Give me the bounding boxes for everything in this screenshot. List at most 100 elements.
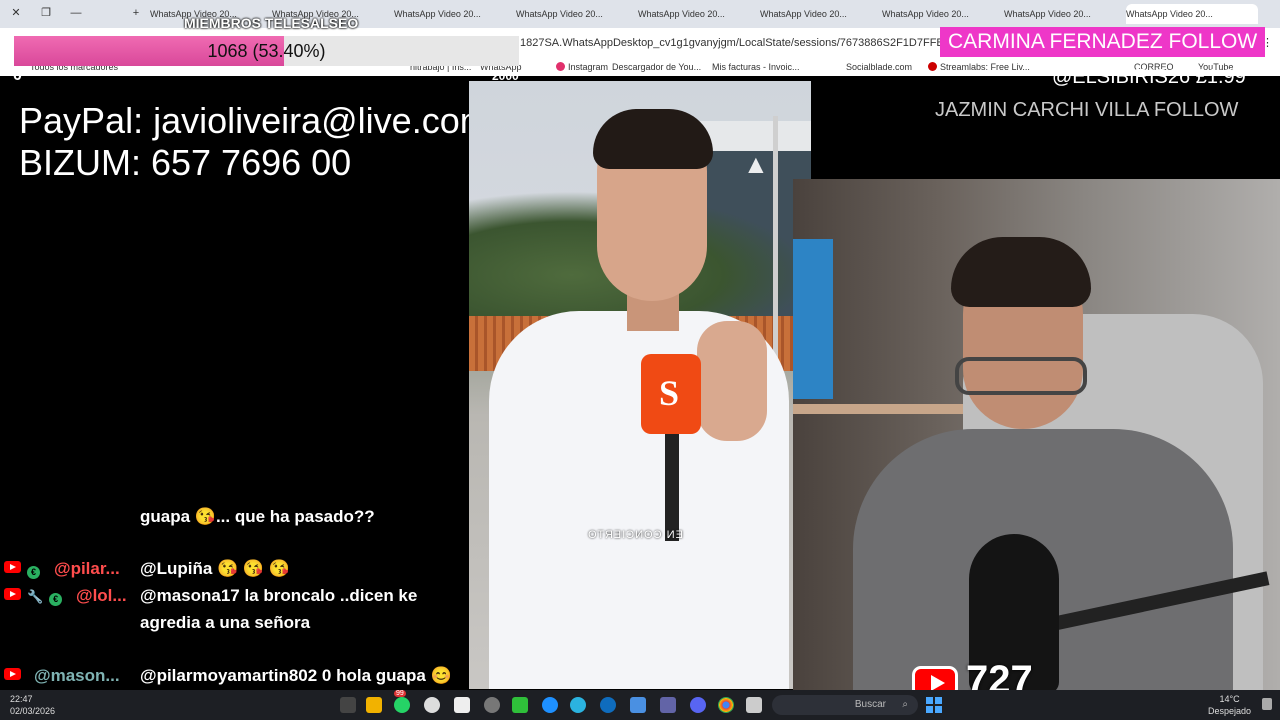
browser-tab[interactable]: WhatsApp Video 20... [882,4,1000,24]
browser-tab[interactable]: WhatsApp Video 20... [760,4,878,24]
streamer-hair [951,237,1091,307]
chat-message-text: @Lupiña 😘 😘 😘 [140,559,290,578]
app-icon[interactable] [484,697,500,713]
chat-username[interactable]: @pilar... [54,555,120,582]
youtube-icon [4,561,21,573]
app-icon[interactable] [746,697,762,713]
whatsapp-icon[interactable]: 99 [394,690,410,713]
search-icon: ⌕ [902,699,908,710]
teams-icon[interactable] [660,697,676,713]
moderator-wrench-icon: 🔧 [27,589,44,604]
chat-message: @mason... @pilarmoyamartin802 0 hola gua… [0,662,469,690]
notification-icon[interactable] [1262,698,1272,710]
clock-time: 22:47 [10,694,33,704]
restore-window-icon[interactable]: ❐ [38,5,54,21]
app-icon[interactable] [340,697,356,713]
mail-icon[interactable] [630,697,646,713]
tab-label: WhatsApp Video 20... [760,9,847,19]
taskbar-search[interactable]: Buscar ⌕ [772,695,918,715]
streamlabs-icon [928,62,937,71]
app-icon[interactable] [454,697,470,713]
donation-info: PayPal: javioliveira@live.com BIZUM: 657… [19,100,490,184]
background-poster [793,239,833,399]
taskbar-clock[interactable]: 22:47 02/03/2026 [10,693,55,717]
bookmark-item[interactable]: Descargador de You... [612,58,701,76]
goal-min-label: 0 [13,67,22,84]
bookmark-item[interactable]: Streamlabs: Free Liv... [928,58,1030,76]
youtube-icon [4,588,21,600]
chat-badges [4,666,21,686]
goal-title: MIEMBROS TELESALSEO [184,15,359,31]
edge-icon[interactable] [542,697,558,713]
browser-tab[interactable]: WhatsApp Video 20... [638,4,756,24]
news-video-feed: ▲ S EN CONCIERTO [469,81,811,689]
mic-flag-logo: S [659,373,680,413]
weather-widget[interactable]: 14°C Despejado [1208,693,1251,717]
chat-message: guapa 😘... que ha pasado?? [0,505,469,553]
bookmark-item[interactable]: Mis facturas - Invoic... [712,58,800,76]
follow-alert-highlight: CARMINA FERNADEZ FOLLOW [940,27,1266,57]
app-icon[interactable] [600,697,616,713]
tab-label: WhatsApp Video 20... [882,9,969,19]
weather-temp: 14°C [1219,694,1240,704]
lamp-pole [773,116,778,366]
chat-badges: € [4,559,40,579]
windows-start-icon[interactable] [926,697,942,713]
notification-badge: 99 [394,690,406,697]
webcam-feed [793,179,1280,690]
goal-progress-bar: 1068 (53.40%) [14,36,519,66]
windows-taskbar: 22:47 02/03/2026 99 Buscar ⌕ 14°C Despej… [0,690,1280,720]
tab-label: WhatsApp Video 20... [638,9,725,19]
chat-message-text: @pilarmoyamartin802 0 hola guapa 😊 😍 😘 [140,666,452,685]
app-icon[interactable] [570,697,586,713]
bookmark-label: Streamlabs: Free Liv... [940,62,1030,72]
follow-alert-recent: JAZMIN CARCHI VILLA FOLLOW [935,99,1239,121]
bookmark-item[interactable]: Instagram [556,58,608,76]
bizum-text: BIZUM: 657 7696 00 [19,142,352,183]
browser-tab[interactable]: WhatsApp Video 20... [516,4,634,24]
tab-label: WhatsApp Video 20... [394,9,481,19]
paypal-text: PayPal: javioliveira@live.com [19,100,490,141]
chat-username[interactable]: @lol... [76,582,127,609]
microphone-flag: S [641,354,701,434]
reporter-hair [593,109,713,169]
minimize-window-icon[interactable]: — [68,5,84,21]
tab-label: WhatsApp Video 20... [1126,9,1213,19]
bookmark-label: Instagram [568,62,609,72]
tab-label: WhatsApp Video 20... [516,9,603,19]
microphone-handle [665,431,679,541]
streamer-glasses [955,357,1087,395]
youtube-icon [4,668,21,680]
goal-progress-text: 1068 (53.40%) [207,41,326,61]
video-caption: EN CONCIERTO [587,529,683,541]
chat-username[interactable]: @mason... [34,662,120,689]
discord-icon[interactable] [690,697,706,713]
tip-alert: @ELSIBIRIS26 £1.99 [1052,66,1246,88]
member-badge-icon: € [49,593,63,606]
chat-badges: 🔧 € [4,586,63,606]
bookmark-item[interactable]: Socialblade.com [846,58,912,76]
tab-label: WhatsApp Video 20... [1004,9,1091,19]
clock-date: 02/03/2026 [10,706,56,716]
close-window-icon[interactable]: ✕ [8,5,24,21]
app-icon[interactable] [512,697,528,713]
chat-message: 🔧 € @lol... @masona17 la broncalo ..dicen… [0,582,469,663]
file-explorer-icon[interactable] [366,697,382,713]
chat-message-text: guapa 😘... que ha pasado?? [140,507,375,526]
weather-text: Despejado [1208,706,1252,716]
url-text: 1827SA.WhatsAppDesktop_cv1g1gvanyjgm/Loc… [520,37,940,49]
chat-message-text: @masona17 la broncalo ..dicen ke agredia… [140,586,418,632]
reporter-hand [697,321,767,441]
new-tab-icon[interactable]: + [128,5,144,21]
chat-message: € @pilar... @Lupiña 😘 😘 😘 [0,555,469,582]
search-placeholder: Buscar [854,699,886,710]
browser-tab[interactable]: WhatsApp Video 20... [1004,4,1122,24]
instagram-icon [556,62,565,71]
channel-logo-icon: ▲ [743,149,769,179]
browser-tab[interactable]: WhatsApp Video 20... [394,4,512,24]
member-badge-icon: € [27,566,40,579]
live-chat: guapa 😘... que ha pasado?? € @pilar... @… [0,505,469,690]
browser-tab-active[interactable]: WhatsApp Video 20... [1126,4,1258,24]
chrome-icon[interactable] [718,697,734,713]
app-icon[interactable] [424,697,440,713]
